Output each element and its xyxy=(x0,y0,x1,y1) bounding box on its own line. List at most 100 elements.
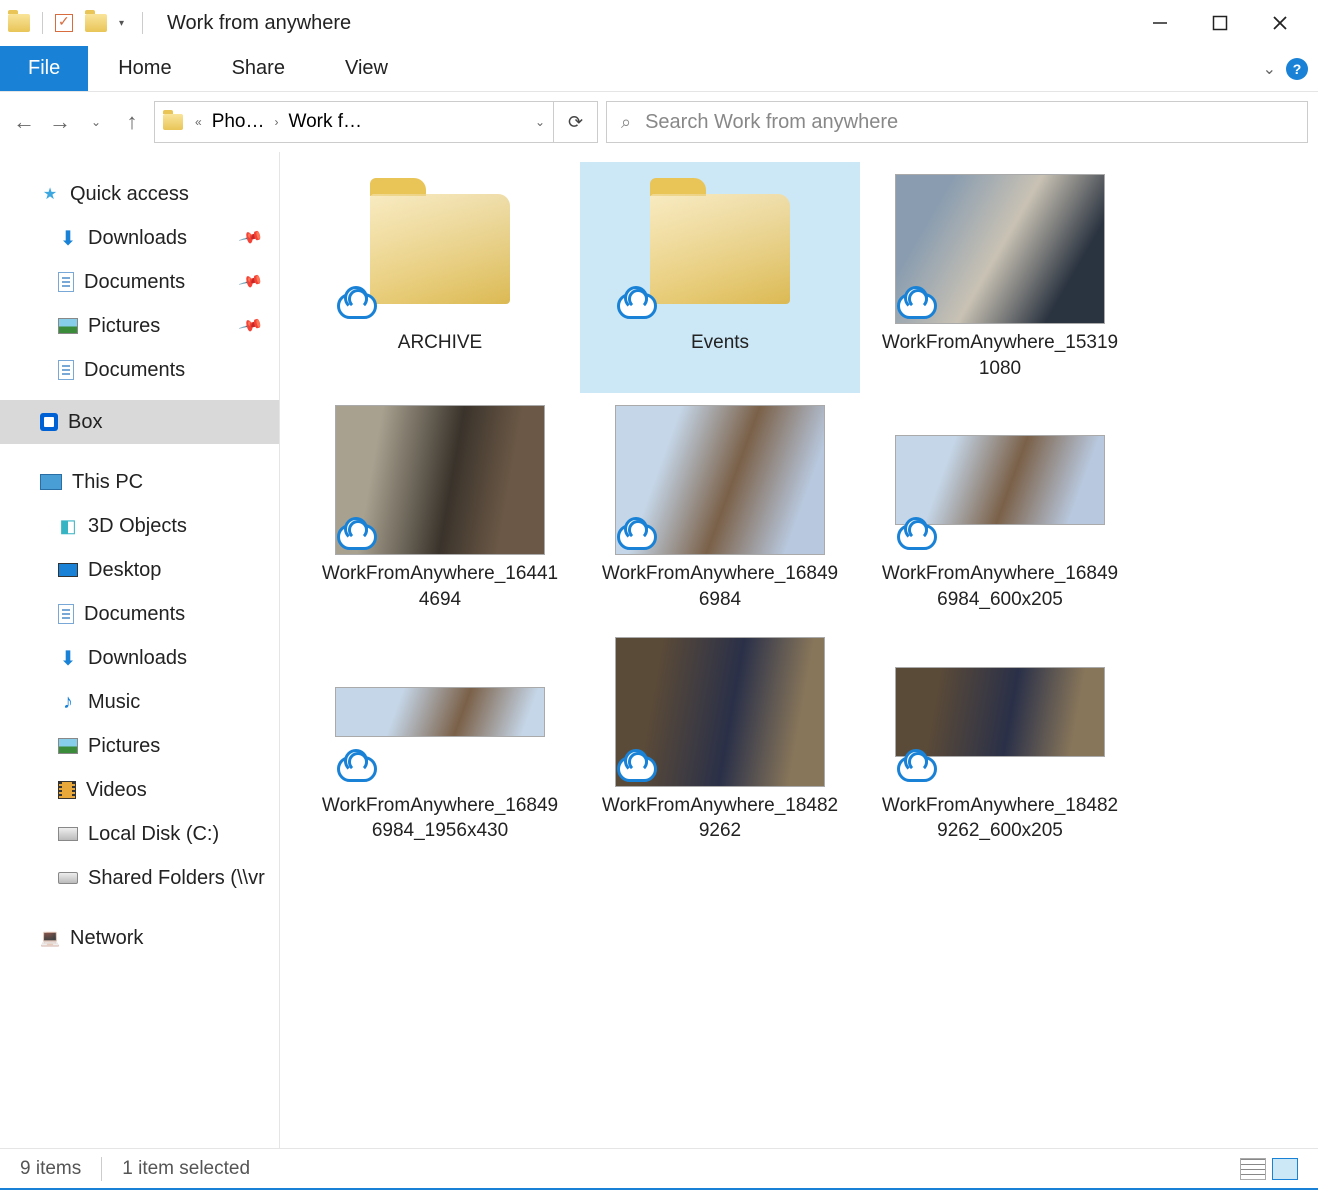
breadcrumb-arrow-icon[interactable]: « xyxy=(191,115,206,129)
details-view-button[interactable] xyxy=(1240,1158,1266,1180)
folder-item[interactable]: Events xyxy=(580,162,860,393)
sidebar-item-documents-2[interactable]: Documents xyxy=(0,348,279,392)
sidebar-label: Documents xyxy=(84,359,185,382)
cube-icon: ◧ xyxy=(58,516,78,536)
close-button[interactable] xyxy=(1250,3,1310,43)
sidebar-label: Shared Folders (\\vr xyxy=(88,867,265,890)
sidebar-item-videos[interactable]: Videos xyxy=(0,768,279,812)
sidebar-label: Documents xyxy=(84,271,185,294)
sidebar-label: Box xyxy=(68,411,102,434)
search-icon: ⌕ xyxy=(621,112,631,133)
thumbnails-view-button[interactable] xyxy=(1272,1158,1298,1180)
documents-icon xyxy=(58,604,74,624)
sidebar-item-local-disk[interactable]: Local Disk (C:) xyxy=(0,812,279,856)
ribbon-expand-icon[interactable]: ⌄ xyxy=(1263,59,1276,79)
thumbnail xyxy=(895,405,1105,555)
documents-icon xyxy=(58,272,74,292)
thumbnail xyxy=(895,174,1105,324)
folder-icon xyxy=(650,194,790,304)
sidebar-item-music[interactable]: ♪Music xyxy=(0,680,279,724)
folder-icon xyxy=(163,114,183,130)
thumbnail xyxy=(895,637,1105,787)
cloud-status-icon xyxy=(335,751,379,787)
folder-icon[interactable] xyxy=(85,14,107,32)
sidebar-item-network[interactable]: Network xyxy=(0,916,279,960)
sidebar-item-3d-objects[interactable]: ◧ 3D Objects xyxy=(0,504,279,548)
properties-icon[interactable] xyxy=(55,14,73,32)
sidebar-item-pictures[interactable]: Pictures📌 xyxy=(0,304,279,348)
sidebar-item-quick-access[interactable]: ★Quick access xyxy=(0,172,279,216)
file-item[interactable]: WorkFromAnywhere_164414694 xyxy=(300,393,580,624)
cloud-status-icon xyxy=(335,519,379,555)
file-item[interactable]: WorkFromAnywhere_184829262 xyxy=(580,625,860,856)
downloads-icon: ⬇ xyxy=(58,648,78,668)
music-icon: ♪ xyxy=(58,692,78,712)
sidebar-label: Downloads xyxy=(88,227,187,250)
cloud-status-icon xyxy=(895,751,939,787)
forward-button[interactable]: → xyxy=(46,108,74,136)
file-item[interactable]: WorkFromAnywhere_153191080 xyxy=(860,162,1140,393)
sidebar-label: This PC xyxy=(72,471,143,494)
file-item[interactable]: WorkFromAnywhere_184829262_600x205 xyxy=(860,625,1140,856)
star-icon: ★ xyxy=(40,184,60,204)
tab-home[interactable]: Home xyxy=(88,46,201,91)
search-box[interactable]: ⌕ xyxy=(606,101,1308,143)
tab-share[interactable]: Share xyxy=(202,46,315,91)
cloud-status-icon xyxy=(895,288,939,324)
refresh-button[interactable]: ⟳ xyxy=(554,101,598,143)
navigation-pane: ★Quick access ⬇Downloads📌 Documents📌 Pic… xyxy=(0,152,280,1148)
thumbnail xyxy=(615,174,825,324)
cloud-status-icon xyxy=(335,288,379,324)
tab-view[interactable]: View xyxy=(315,46,418,91)
thumbnail xyxy=(335,174,545,324)
separator xyxy=(42,12,43,34)
sidebar-item-this-pc[interactable]: This PC xyxy=(0,460,279,504)
file-item[interactable]: WorkFromAnywhere_168496984_1956x430 xyxy=(300,625,580,856)
network-drive-icon xyxy=(58,872,78,884)
search-input[interactable] xyxy=(645,111,1293,134)
sidebar-item-documents[interactable]: Documents📌 xyxy=(0,260,279,304)
image-thumbnail xyxy=(895,667,1105,757)
maximize-button[interactable] xyxy=(1190,3,1250,43)
minimize-button[interactable] xyxy=(1130,3,1190,43)
pc-icon xyxy=(40,474,62,490)
address-caret-icon[interactable]: ⌄ xyxy=(535,115,545,129)
thumbnail xyxy=(615,405,825,555)
sidebar-item-documents-3[interactable]: Documents xyxy=(0,592,279,636)
file-item[interactable]: WorkFromAnywhere_168496984_600x205 xyxy=(860,393,1140,624)
content-pane[interactable]: ARCHIVEEventsWorkFromAnywhere_153191080 W… xyxy=(280,152,1318,1148)
sidebar-item-desktop[interactable]: Desktop xyxy=(0,548,279,592)
quick-access-caret-icon[interactable]: ▾ xyxy=(113,18,130,29)
item-label: WorkFromAnywhere_168496984_600x205 xyxy=(880,561,1120,612)
view-switcher xyxy=(1240,1158,1298,1180)
sidebar-label: Desktop xyxy=(88,559,161,582)
item-label: WorkFromAnywhere_184829262_600x205 xyxy=(880,793,1120,844)
documents-icon xyxy=(58,360,74,380)
image-thumbnail xyxy=(895,435,1105,525)
sidebar-item-shared-folders[interactable]: Shared Folders (\\vr xyxy=(0,856,279,900)
back-button[interactable]: ← xyxy=(10,108,38,136)
sidebar-item-pictures-2[interactable]: Pictures xyxy=(0,724,279,768)
file-tab[interactable]: File xyxy=(0,46,88,91)
sidebar-label: Videos xyxy=(86,779,147,802)
status-selection: 1 item selected xyxy=(122,1158,250,1180)
address-bar[interactable]: « Pho… › Work f… ⌄ xyxy=(154,101,554,143)
sidebar-item-downloads[interactable]: ⬇Downloads📌 xyxy=(0,216,279,260)
item-label: WorkFromAnywhere_168496984 xyxy=(600,561,840,612)
sidebar-item-box[interactable]: Box xyxy=(0,400,279,444)
help-icon[interactable]: ? xyxy=(1286,58,1308,80)
folder-icon xyxy=(8,14,30,32)
network-icon xyxy=(40,928,60,948)
breadcrumb-current[interactable]: Work f… xyxy=(283,111,369,133)
folder-item[interactable]: ARCHIVE xyxy=(300,162,580,393)
separator xyxy=(101,1157,102,1181)
up-button[interactable]: ↑ xyxy=(118,108,146,136)
breadcrumb-photos[interactable]: Pho… xyxy=(206,111,271,133)
disk-icon xyxy=(58,827,78,841)
file-item[interactable]: WorkFromAnywhere_168496984 xyxy=(580,393,860,624)
thumbnail xyxy=(335,405,545,555)
sidebar-label: 3D Objects xyxy=(88,515,187,538)
breadcrumb-arrow-icon[interactable]: › xyxy=(271,115,283,129)
sidebar-item-downloads-2[interactable]: ⬇Downloads xyxy=(0,636,279,680)
recent-locations-button[interactable]: ⌄ xyxy=(82,108,110,136)
